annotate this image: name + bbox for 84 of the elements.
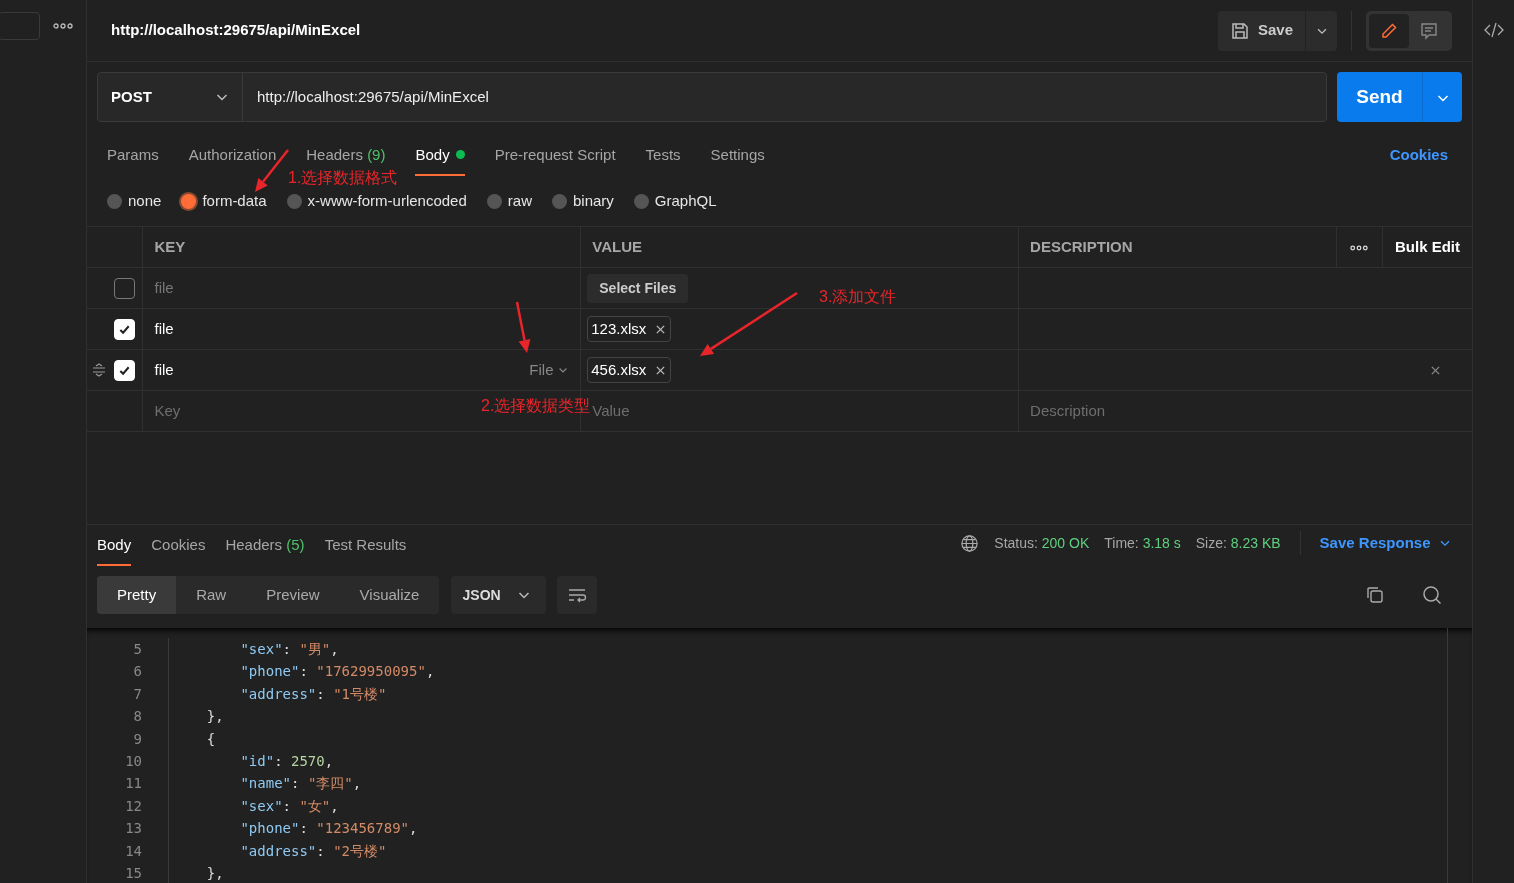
comment-icon [1419, 20, 1439, 41]
body-type-radio[interactable]: GraphQL [633, 189, 717, 213]
checkbox[interactable] [113, 277, 135, 299]
method-dropdown[interactable]: POST [98, 73, 243, 121]
code-line: "address": "2号楼" [168, 839, 387, 862]
request-tab[interactable]: Body [415, 135, 465, 176]
mode-toggle-button[interactable] [1369, 13, 1409, 48]
line-number: 12 [124, 796, 142, 816]
more-icon[interactable] [1350, 243, 1369, 252]
annotation-text: 1.选择数据格式 [288, 170, 398, 186]
view-tab[interactable]: Pretty [97, 576, 177, 614]
code-line: "phone": "123456789", [168, 817, 418, 840]
format-dropdown[interactable]: JSON [450, 576, 546, 614]
pencil-icon [1379, 20, 1399, 41]
delete-icon[interactable] [1430, 364, 1441, 376]
key-text: file [154, 318, 174, 339]
body-type-radio[interactable]: raw [486, 189, 532, 213]
search-icon[interactable] [1422, 585, 1442, 605]
url-field[interactable]: http://localhost:29675/api/MinExcel [243, 85, 503, 109]
line-number: 6 [132, 662, 142, 682]
column-header: VALUE [592, 237, 642, 255]
request-tab[interactable]: Pre-request Script [494, 135, 616, 176]
drag-handle-icon[interactable] [92, 363, 106, 377]
code-line: { [168, 727, 216, 750]
request-title: http://localhost:29675/api/MinExcel [111, 20, 361, 41]
save-icon [1230, 20, 1251, 41]
key-text: file [154, 277, 174, 298]
line-number: 9 [132, 729, 142, 749]
key-text: file [154, 359, 174, 380]
annotation-text: 2.选择数据类型 [481, 398, 591, 414]
code-line: }, [168, 705, 224, 728]
response-stat: Size: 8.23 KB [1195, 533, 1281, 553]
body-type-radio[interactable]: none [107, 189, 162, 213]
code-line: "address": "1号楼" [168, 682, 387, 706]
file-chip: 123.xlsx [587, 315, 672, 343]
response-tab[interactable]: Cookies [151, 525, 206, 566]
globe-icon[interactable] [960, 533, 980, 553]
close-icon[interactable] [655, 364, 667, 376]
column-header: KEY [154, 237, 186, 255]
line-number: 8 [132, 707, 142, 727]
response-tab[interactable]: Headers (5) [225, 525, 305, 566]
line-number: 13 [124, 819, 142, 839]
view-tab[interactable]: Raw [176, 576, 247, 614]
response-tab[interactable]: Body [97, 525, 132, 566]
send-button[interactable]: Send [1337, 72, 1422, 122]
request-tab[interactable]: Tests [645, 135, 681, 176]
annotation-text: 3.添加文件 [819, 289, 897, 305]
body-type-radio[interactable]: x-www-form-urlencoded [286, 189, 467, 213]
save-response-link[interactable]: Save Response [1319, 531, 1452, 555]
code-line: "phone": "17629950095", [168, 660, 435, 683]
line-number: 15 [124, 863, 142, 883]
column-header: DESCRIPTION [1030, 237, 1133, 255]
view-tab[interactable]: Preview [246, 576, 340, 614]
cookies-link[interactable]: Cookies [1389, 143, 1448, 176]
more-icon[interactable] [53, 22, 73, 30]
code-line: "sex": "男", [168, 638, 339, 661]
code-line: "sex": "女", [168, 794, 339, 818]
code-line: "id": 2570, [168, 749, 334, 773]
code-icon[interactable] [1483, 22, 1504, 38]
line-number: 14 [124, 841, 142, 861]
file-chip: 456.xlsx [587, 356, 672, 384]
save-button[interactable]: Save [1218, 10, 1305, 51]
close-icon[interactable] [655, 323, 667, 335]
line-number: 7 [132, 684, 142, 704]
code-line: "name": "李四", [168, 772, 362, 795]
select-files-button[interactable]: Select Files [587, 273, 689, 303]
line-number: 11 [124, 774, 142, 794]
line-number: 10 [124, 751, 142, 771]
body-type-radio[interactable]: binary [551, 189, 614, 213]
response-tab[interactable]: Test Results [324, 525, 407, 566]
body-type-radio[interactable]: form-data [181, 189, 267, 213]
request-tab[interactable]: Params [107, 135, 159, 176]
line-number: 5 [132, 640, 142, 659]
code-line: }, [168, 861, 224, 883]
response-stat: Status: 200 OK [994, 533, 1090, 553]
sidebar-field[interactable] [0, 12, 40, 40]
type-dropdown[interactable]: File [529, 358, 570, 382]
annotation-arrow [515, 301, 531, 353]
request-tab[interactable]: Settings [710, 135, 765, 176]
response-stat: Time: 3.18 s [1104, 533, 1181, 553]
request-tab[interactable]: Authorization [188, 135, 277, 176]
wrap-button[interactable] [556, 576, 597, 614]
copy-icon[interactable] [1364, 585, 1385, 605]
view-tab[interactable]: Visualize [339, 576, 440, 614]
